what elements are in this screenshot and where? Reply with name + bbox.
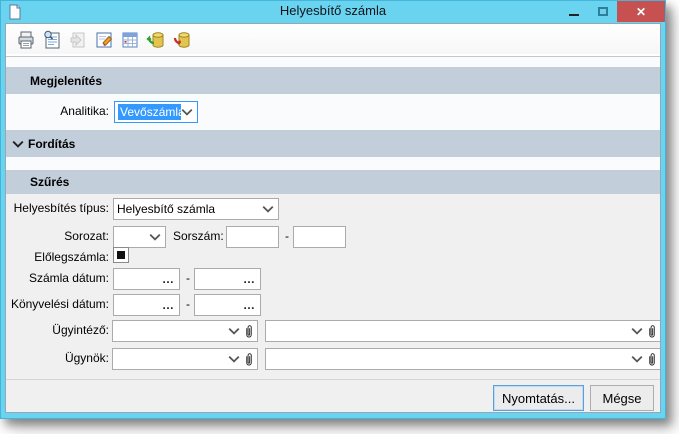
chevron-down-icon: [228, 355, 240, 363]
series-combobox[interactable]: [113, 226, 166, 248]
analytics-selected-value: Vevőszámla: [118, 104, 181, 120]
analytics-combobox[interactable]: Vevőszámla: [114, 101, 198, 123]
accounting-date-from-picker-button[interactable]: …: [113, 294, 180, 316]
correction-type-value: Helyesbítő számla: [117, 202, 216, 216]
checkbox-mixed-mark: [117, 251, 125, 259]
clerk-combobox[interactable]: [112, 320, 258, 342]
paperclip-icon[interactable]: [244, 324, 254, 339]
edit-icon[interactable]: [92, 28, 116, 52]
range-dash: -: [186, 297, 190, 311]
chevron-down-icon: [631, 327, 643, 335]
minimize-button[interactable]: [559, 1, 588, 22]
titlebar: Helyesbítő számla ✕: [1, 1, 665, 23]
analytics-label: Analitika:: [60, 104, 109, 118]
database-import-icon[interactable]: [144, 28, 168, 52]
content: Megjelenítés Analitika: Vevőszámla Fordí…: [6, 57, 660, 412]
maximize-button[interactable]: [588, 1, 617, 22]
chevron-down-icon: [631, 355, 643, 363]
chevron-down-icon: [149, 233, 161, 241]
invoice-date-label: Számla dátum:: [28, 271, 109, 285]
section-title: Fordítás: [28, 136, 76, 151]
series-label: Sorozat:: [64, 229, 109, 243]
section-title: Szűrés: [30, 175, 70, 189]
screen: Helyesbítő számla ✕ Megjelenítés Analiti…: [0, 0, 679, 434]
print-preview-icon[interactable]: [40, 28, 64, 52]
chevron-down-icon: [12, 140, 24, 148]
section-header-filter: Szűrés: [6, 170, 660, 194]
section-header-display: Megjelenítés: [6, 67, 660, 94]
advance-invoice-checkbox[interactable]: [113, 247, 129, 263]
accounting-date-label: Könyvelési dátum:: [10, 297, 109, 311]
filter-form: Helyesbítés típus: Helyesbítő számla Sor…: [6, 194, 660, 379]
paperclip-icon[interactable]: [244, 352, 254, 367]
dialog-window: Helyesbítő számla ✕ Megjelenítés Analiti…: [0, 0, 666, 419]
range-dash: -: [285, 229, 289, 243]
chevron-down-icon: [181, 108, 193, 116]
chevron-down-icon: [228, 327, 240, 335]
section-header-translation[interactable]: Fordítás: [6, 130, 660, 157]
close-button[interactable]: ✕: [617, 1, 665, 22]
export-disabled-icon: [66, 28, 90, 52]
range-dash: -: [186, 271, 190, 285]
serial-to-input[interactable]: [293, 226, 346, 248]
agent-label: Ügynök:: [64, 351, 109, 365]
toolbar: [6, 24, 660, 57]
correction-type-label: Helyesbítés típus:: [13, 201, 109, 215]
print-button[interactable]: Nyomtatás...: [493, 385, 584, 411]
invoice-date-to-picker-button[interactable]: …: [194, 268, 261, 290]
correction-type-combobox[interactable]: Helyesbítő számla: [113, 198, 279, 220]
cancel-button[interactable]: Mégse: [590, 385, 654, 411]
serial-label: Sorszám:: [173, 229, 224, 243]
paperclip-icon[interactable]: [647, 324, 657, 339]
clerk-name-combobox[interactable]: [265, 320, 660, 342]
database-export-icon[interactable]: [170, 28, 194, 52]
advance-invoice-label: Előlegszámla:: [34, 250, 109, 264]
button-bar: Nyomtatás... Mégse: [6, 379, 660, 412]
paperclip-icon[interactable]: [647, 352, 657, 367]
section-title: Megjelenítés: [30, 73, 103, 88]
serial-from-input[interactable]: [226, 226, 279, 248]
agent-combobox[interactable]: [112, 348, 258, 370]
accounting-date-to-picker-button[interactable]: …: [194, 294, 261, 316]
table-icon[interactable]: [118, 28, 142, 52]
agent-name-combobox[interactable]: [265, 348, 660, 370]
client-area: Megjelenítés Analitika: Vevőszámla Fordí…: [5, 23, 661, 413]
clerk-label: Ügyintéző:: [52, 323, 109, 337]
invoice-date-from-picker-button[interactable]: …: [113, 268, 180, 290]
chevron-down-icon: [262, 205, 274, 213]
print-icon[interactable]: [14, 28, 38, 52]
